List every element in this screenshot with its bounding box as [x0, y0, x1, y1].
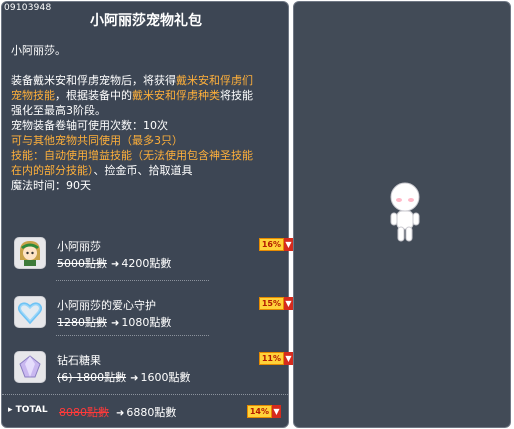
desc-scroll-uses: 宠物装备卷轴可使用次数：10次 [11, 119, 168, 132]
product-name: 钻石糖果 [57, 354, 101, 367]
product-row[interactable]: 钻石糖果 (6) 1800點數 ➜ 1600點數 11% ▼ [14, 348, 293, 392]
package-description: 小阿丽莎。 装备戴米安和俘虏宠物后，将获得戴米安和俘虏们 宠物技能，根据装备中的… [11, 43, 283, 193]
desc-name-line: 小阿丽莎。 [11, 44, 66, 57]
product-prices: 5000點數 ➜ 4200點數 [57, 257, 172, 270]
character-preview [385, 181, 425, 249]
desc-skills: 技能：自动使用增益技能（无法使用包含神圣技能 [11, 149, 253, 162]
product-prices: (6) 1800點數 ➜ 1600點數 [57, 371, 191, 384]
desc-skills-cont: 在内的部分技能）、捡金币、拾取道具 [11, 164, 193, 177]
divider [56, 335, 209, 336]
divider [56, 280, 209, 281]
desc-magic-time: 魔法时间：90天 [11, 179, 91, 192]
discount-badge: 16% [258, 238, 284, 251]
desc-line-1: 装备戴米安和俘虏宠物后，将获得戴米安和俘虏们 [11, 74, 253, 87]
total-label: ▸ TOTAL [8, 405, 48, 415]
down-arrow-icon: ▼ [272, 405, 281, 418]
divider [2, 394, 288, 395]
product-row[interactable]: 小阿丽莎的爱心守护 1280點數 ➜ 1080點數 15% ▼ [14, 293, 293, 337]
down-arrow-icon: ▼ [284, 238, 293, 251]
desc-line-2: 宠物技能，根据装备中的戴米安和俘虏种类将技能 [11, 89, 253, 102]
product-row[interactable]: 小阿丽莎 5000點數 ➜ 4200點數 16% ▼ [14, 234, 293, 278]
discount-badge: 11% [258, 352, 284, 365]
heart-guard-icon [14, 296, 46, 328]
package-title: 小阿丽莎宠物礼包 [90, 13, 202, 29]
discount-badge: 15% [258, 297, 284, 310]
diamond-candy-icon [14, 351, 46, 383]
total-new-price: ➜ 6880點數 [116, 406, 177, 419]
total-old-price: 8080點數 [59, 406, 109, 419]
desc-line-3: 强化至最高3阶段。 [11, 104, 106, 117]
total-row: ▸ TOTAL 8080點數 ➜ 6880點數 14% ▼ [8, 404, 281, 420]
product-name: 小阿丽莎 [57, 240, 101, 253]
down-arrow-icon: ▼ [284, 352, 293, 365]
alisa-doll-icon [14, 237, 46, 269]
down-arrow-icon: ▼ [284, 297, 293, 310]
product-prices: 1280點數 ➜ 1080點數 [57, 316, 172, 329]
product-name: 小阿丽莎的爱心守护 [57, 299, 156, 312]
total-discount-badge: 14% [246, 405, 272, 418]
item-tooltip-panel: 09103948 小阿丽莎宠物礼包 小阿丽莎。 装备戴米安和俘虏宠物后，将获得戴… [1, 1, 293, 428]
desc-shared-pets: 可与其他宠物共同使用（最多3只） [11, 134, 183, 147]
